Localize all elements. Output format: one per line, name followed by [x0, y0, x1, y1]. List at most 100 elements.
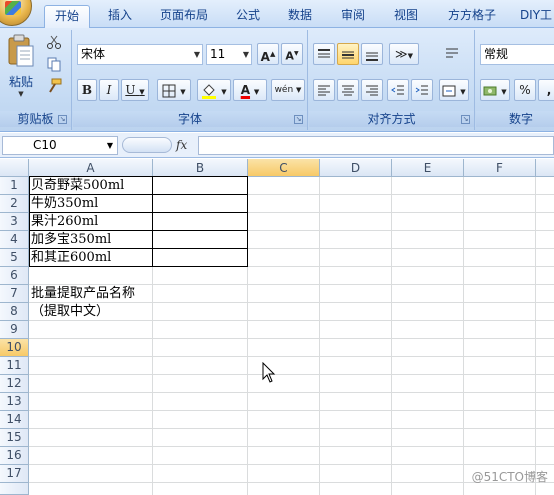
column-header-d[interactable]: D	[320, 159, 392, 177]
phonetic-label: wén	[274, 85, 294, 95]
tab-review[interactable]: 审阅	[333, 5, 373, 28]
cell-a5[interactable]: 和其正600ml	[29, 249, 111, 267]
font-name-select[interactable]: 宋体 ▼	[77, 44, 203, 65]
tab-insert[interactable]: 插入	[100, 5, 140, 28]
border-line	[152, 176, 153, 267]
bold-button[interactable]: B	[77, 79, 97, 101]
row-header[interactable]: 1	[0, 177, 29, 195]
accounting-format-button[interactable]: ▼	[480, 79, 510, 101]
formula-bar-resize-handle[interactable]	[122, 137, 172, 153]
borders-icon	[162, 84, 176, 97]
font-size-select[interactable]: 11 ▼	[206, 44, 252, 65]
column-header-c[interactable]: C	[248, 159, 320, 177]
row-header[interactable]: 7	[0, 285, 29, 303]
row-header[interactable]: 4	[0, 231, 29, 249]
tab-diy-tools[interactable]: DIY工	[516, 5, 554, 28]
align-top-button[interactable]	[313, 43, 335, 65]
row-header[interactable]: 15	[0, 429, 29, 447]
alignment-launcher-icon[interactable]: ↘	[461, 115, 470, 124]
gridline	[29, 356, 554, 357]
row-header[interactable]: 9	[0, 321, 29, 339]
row-header[interactable]: 6	[0, 267, 29, 285]
tab-home[interactable]: 开始	[44, 5, 90, 29]
shrink-font-button[interactable]: A▼	[281, 43, 303, 65]
cell-a4[interactable]: 加多宝350ml	[29, 231, 111, 249]
increase-indent-button[interactable]	[411, 79, 433, 101]
tab-formulas[interactable]: 公式	[228, 5, 268, 28]
align-bottom-icon	[366, 52, 378, 61]
decrease-indent-button[interactable]	[387, 79, 409, 101]
row-header[interactable]: 17	[0, 465, 29, 483]
office-button[interactable]	[0, 0, 32, 26]
row-header[interactable]: 14	[0, 411, 29, 429]
cell-a2[interactable]: 牛奶350ml	[29, 195, 98, 213]
font-color-button[interactable]: A ▼	[233, 79, 267, 101]
align-middle-icon	[342, 51, 354, 58]
wrap-text-button[interactable]	[441, 43, 463, 65]
decrease-indent-icon	[391, 85, 404, 94]
ribbon: 粘贴 ▼ 剪贴板 ↘ 宋体 ▼ 11 ▼ A▲ A▼ B I U ▼ ▼ ▼ A…	[0, 28, 554, 132]
alignment-group-label: 对齐方式	[309, 111, 474, 127]
merge-center-button[interactable]: ▼	[439, 79, 469, 101]
align-middle-button[interactable]	[337, 43, 359, 65]
align-right-icon	[366, 85, 378, 95]
row-header[interactable]: 3	[0, 213, 29, 231]
clipboard-launcher-icon[interactable]: ↘	[58, 115, 67, 124]
format-painter-button[interactable]	[46, 78, 66, 96]
align-right-button[interactable]	[361, 79, 383, 101]
row-header[interactable]: 16	[0, 447, 29, 465]
underline-button[interactable]: U ▼	[121, 79, 149, 101]
gridline	[29, 410, 554, 411]
font-launcher-icon[interactable]: ↘	[294, 115, 303, 124]
worksheet-grid[interactable]: A B C D E F 1 2 3 4 5 6 7 8 9 10 11 12 1…	[0, 159, 554, 495]
paste-button[interactable]: 粘贴 ▼	[4, 32, 38, 104]
grow-font-button[interactable]: A▲	[257, 43, 279, 65]
borders-button[interactable]: ▼	[157, 79, 191, 101]
phonetic-button[interactable]: wén ▼	[271, 79, 305, 101]
tab-view[interactable]: 视图	[386, 5, 426, 28]
row-header[interactable]: 12	[0, 375, 29, 393]
ribbon-tab-bar: 开始 插入 页面布局 公式 数据 审阅 视图 方方格子 DIY工	[0, 0, 554, 29]
insert-function-button[interactable]: fx	[176, 136, 194, 155]
tab-page-layout[interactable]: 页面布局	[152, 5, 216, 28]
number-group-label: 数字	[476, 111, 554, 127]
comma-style-button[interactable]: ,	[538, 79, 554, 101]
cell-a3[interactable]: 果汁260ml	[29, 213, 98, 231]
cell-a8[interactable]: （提取中文）	[29, 303, 109, 321]
orientation-button[interactable]: ≫▼	[389, 43, 419, 65]
select-all-corner[interactable]	[0, 159, 29, 177]
column-header-e[interactable]: E	[392, 159, 464, 177]
tab-data[interactable]: 数据	[280, 5, 320, 28]
cut-button[interactable]	[46, 34, 66, 52]
fill-color-button[interactable]: ▼	[197, 79, 231, 101]
formula-bar: C10 ▼ fx	[0, 133, 554, 158]
align-center-button[interactable]	[337, 79, 359, 101]
cell-a7[interactable]: 批量提取产品名称	[29, 285, 135, 303]
row-header[interactable]: 2	[0, 195, 29, 213]
row-header[interactable]: 13	[0, 393, 29, 411]
row-header[interactable]: 10	[0, 339, 29, 357]
row-header[interactable]: 11	[0, 357, 29, 375]
name-box[interactable]: C10 ▼	[2, 136, 118, 155]
italic-button[interactable]: I	[99, 79, 119, 101]
cell-a1[interactable]: 贝奇野菜500ml	[29, 177, 124, 195]
row-header[interactable]	[0, 483, 29, 495]
column-header-g[interactable]	[536, 159, 554, 177]
column-header-a[interactable]: A	[29, 159, 153, 177]
shrink-font-label: A	[285, 49, 294, 63]
gridline	[29, 464, 554, 465]
row-header[interactable]: 5	[0, 249, 29, 267]
percent-style-button[interactable]: %	[514, 79, 536, 101]
align-left-button[interactable]	[313, 79, 335, 101]
column-header-f[interactable]: F	[464, 159, 536, 177]
gridline	[319, 177, 320, 495]
column-header-b[interactable]: B	[153, 159, 248, 177]
copy-button[interactable]	[46, 56, 66, 74]
chevron-down-icon: ▼	[106, 141, 113, 150]
align-bottom-button[interactable]	[361, 43, 383, 65]
formula-input[interactable]	[198, 136, 554, 155]
number-format-select[interactable]: 常规	[480, 44, 554, 65]
row-header[interactable]: 8	[0, 303, 29, 321]
tab-fangfang-gezi[interactable]: 方方格子	[440, 5, 504, 28]
chevron-down-icon: ▼	[193, 50, 200, 59]
